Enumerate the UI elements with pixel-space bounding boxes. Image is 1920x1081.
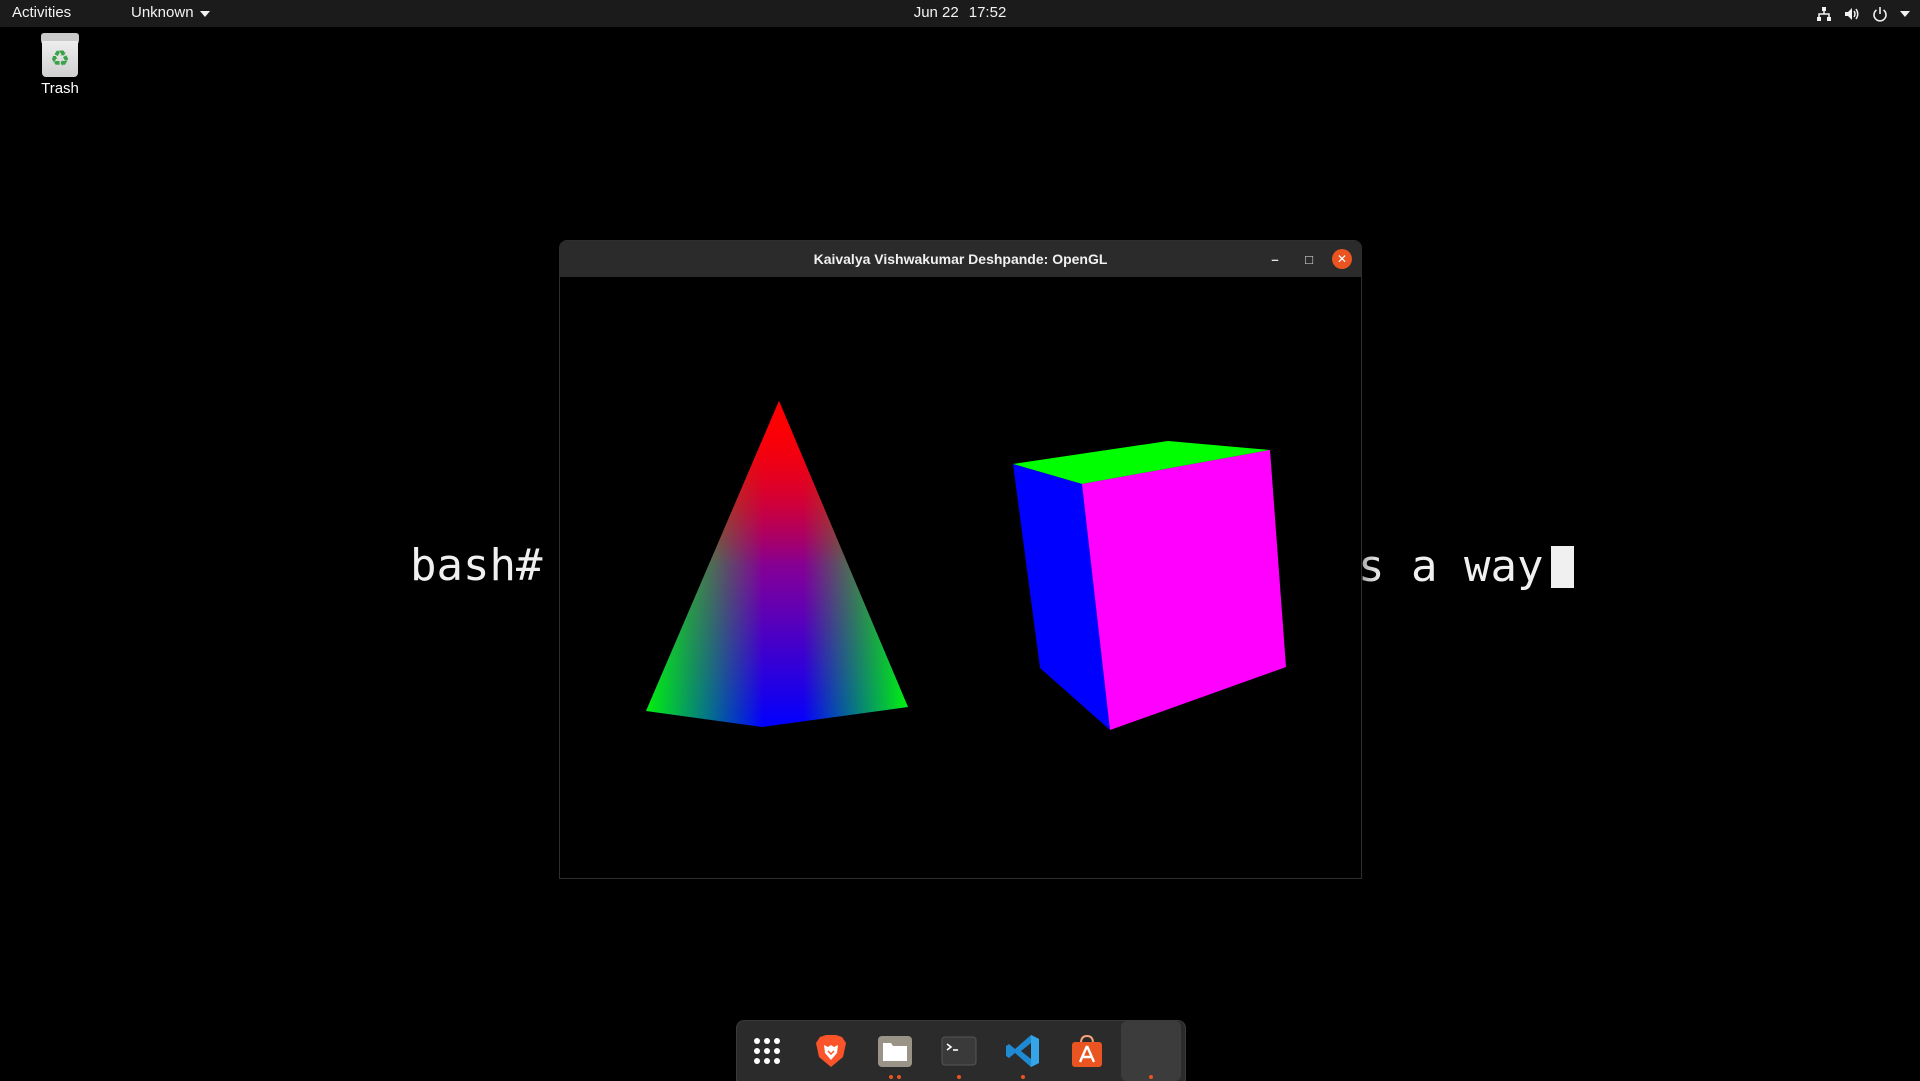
vscode-icon <box>1006 1035 1039 1067</box>
terminal-prompt: bash# <box>410 540 543 591</box>
activities-button[interactable]: Activities <box>12 4 71 21</box>
running-indicator <box>1121 1075 1181 1079</box>
dock <box>736 1020 1186 1081</box>
terminal-icon <box>941 1036 977 1066</box>
dock-item-files[interactable] <box>865 1021 925 1081</box>
dock-item-show-apps[interactable] <box>737 1021 797 1081</box>
running-indicator <box>929 1075 989 1079</box>
clock-button[interactable]: Jun 22 17:52 <box>914 4 1007 21</box>
folder-icon <box>878 1036 912 1067</box>
window-title: Kaivalya Vishwakumar Deshpande: OpenGL <box>813 251 1108 267</box>
brave-lion-icon <box>816 1035 846 1067</box>
terminal-text: s a way <box>1358 541 1575 592</box>
clock-date: Jun 22 <box>913 4 959 21</box>
chevron-down-icon <box>1900 10 1910 17</box>
opengl-canvas[interactable] <box>560 277 1361 877</box>
text-cursor <box>1551 546 1575 588</box>
volume-icon <box>1845 7 1859 20</box>
app-store-icon <box>1072 1034 1102 1067</box>
dock-item-opengl-app[interactable] <box>1121 1021 1181 1081</box>
terminal-tail-text: s a way <box>1358 541 1544 592</box>
clock: Jun 22 17:52 <box>0 4 1920 21</box>
running-indicator <box>865 1075 925 1079</box>
window-titlebar[interactable]: Kaivalya Vishwakumar Deshpande: OpenGL –… <box>560 241 1361 277</box>
opengl-window[interactable]: Kaivalya Vishwakumar Deshpande: OpenGL –… <box>559 240 1362 879</box>
system-tray[interactable] <box>1816 0 1910 27</box>
clock-time: 17:52 <box>968 4 1007 21</box>
running-indicator <box>993 1075 1053 1079</box>
dock-item-vscode[interactable] <box>993 1021 1053 1081</box>
dock-item-software[interactable] <box>1057 1021 1117 1081</box>
blank-app-icon <box>1121 1021 1181 1081</box>
trash-desktop-icon[interactable]: ♻ Trash <box>30 33 90 97</box>
pyramid <box>646 401 908 727</box>
dock-item-brave[interactable] <box>801 1021 861 1081</box>
minimize-button[interactable]: – <box>1265 249 1285 269</box>
close-button[interactable]: ✕ <box>1332 249 1352 269</box>
trash-label: Trash <box>41 80 79 97</box>
trash-icon: ♻ <box>41 33 79 77</box>
dock-item-terminal[interactable] <box>929 1021 989 1081</box>
chevron-down-icon <box>199 10 210 17</box>
network-icon <box>1817 6 1831 21</box>
top-bar: Activities Unknown Jun 22 17:52 <box>0 0 1920 27</box>
app-menu-label: Unknown <box>131 4 194 21</box>
app-menu[interactable]: Unknown <box>131 4 210 21</box>
cube <box>1013 441 1286 730</box>
app-grid-icon <box>754 1038 780 1064</box>
power-icon <box>1873 6 1887 22</box>
maximize-button[interactable]: □ <box>1299 249 1319 269</box>
